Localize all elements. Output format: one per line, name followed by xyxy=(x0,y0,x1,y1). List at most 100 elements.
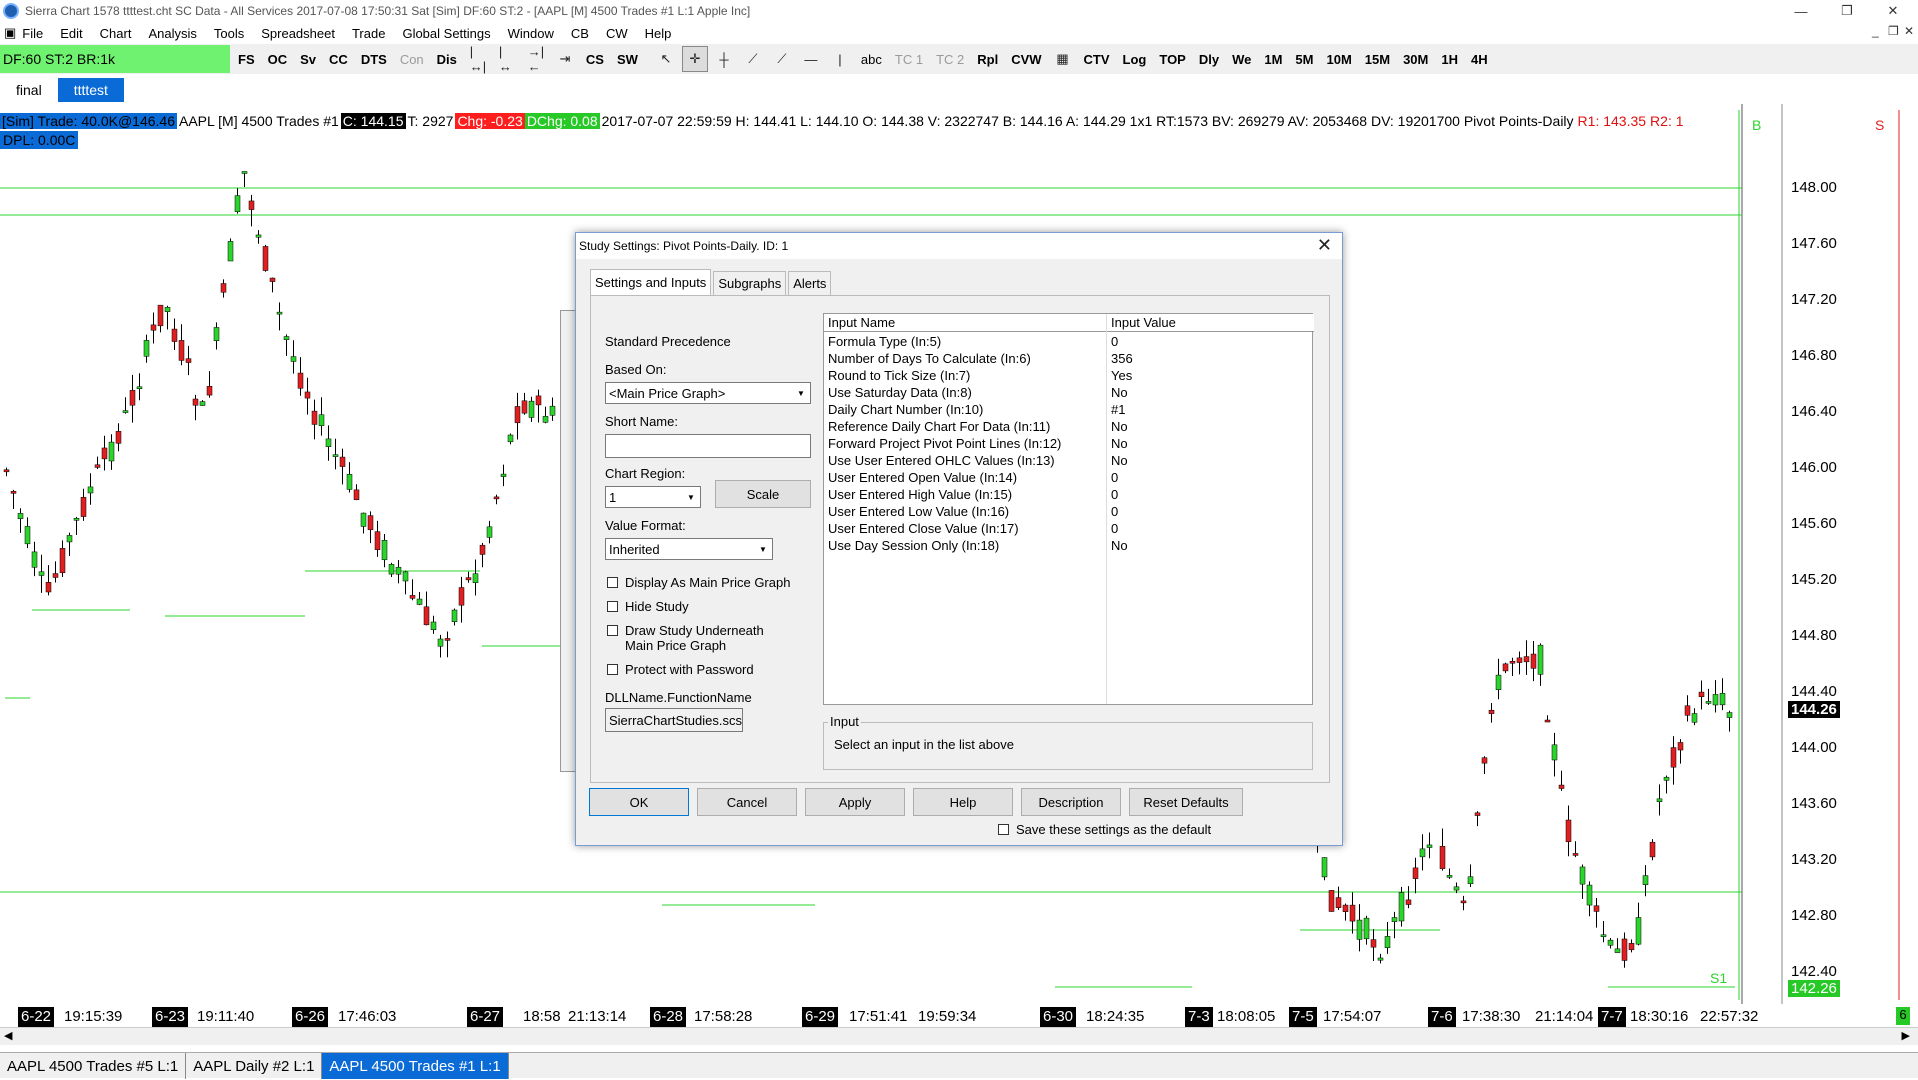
hide-study-checkbox[interactable]: Hide Study xyxy=(607,599,689,614)
input-value[interactable]: No xyxy=(1111,436,1128,451)
input-value[interactable]: 0 xyxy=(1111,334,1118,349)
input-value-header[interactable]: Input Value xyxy=(1111,315,1176,330)
menu-analysis[interactable]: Analysis xyxy=(148,26,196,41)
10m-button[interactable]: 10M xyxy=(1321,46,1357,72)
reset-defaults-button[interactable]: Reset Defaults xyxy=(1129,788,1243,816)
apply-button[interactable]: Apply xyxy=(805,788,905,816)
cursor-value-icon[interactable]: ┼ xyxy=(710,46,737,72)
horizontal-scrollbar[interactable]: ◀ ▶ xyxy=(0,1027,1918,1045)
grid-table-icon[interactable]: ▦ xyxy=(1049,46,1076,72)
based-on-select[interactable]: <Main Price Graph> ▼ xyxy=(605,382,811,404)
menu-cb[interactable]: CB xyxy=(571,26,589,41)
tab-alerts[interactable]: Alerts xyxy=(788,271,832,295)
15m-button[interactable]: 15M xyxy=(1359,46,1396,72)
input-row[interactable]: User Entered Low Value (In:16) 0 xyxy=(824,503,1314,520)
input-value[interactable]: No xyxy=(1111,419,1128,434)
short-name-input[interactable] xyxy=(605,434,811,458)
description-button[interactable]: Description xyxy=(1021,788,1121,816)
con-button[interactable]: Con xyxy=(394,46,429,72)
30m-button[interactable]: 30M xyxy=(1398,46,1434,72)
chart-region-select[interactable]: 1 ▼ xyxy=(605,486,701,508)
tab-ttttest[interactable]: ttttest xyxy=(57,78,124,102)
draw-underneath-checkbox[interactable]: Draw Study Underneath Main Price Graph xyxy=(607,623,764,653)
log-button[interactable]: Log xyxy=(1117,46,1152,72)
menu-spreadsheet[interactable]: Spreadsheet xyxy=(261,26,335,41)
close-button[interactable]: ✕ xyxy=(1870,0,1916,22)
input-value[interactable]: 0 xyxy=(1111,470,1118,485)
input-row[interactable]: User Entered High Value (In:15) 0 xyxy=(824,486,1314,503)
4h-button[interactable]: 4H xyxy=(1466,46,1493,72)
input-value[interactable]: #1 xyxy=(1111,402,1125,417)
minimize-button[interactable]: — xyxy=(1778,0,1824,22)
tc2-button[interactable]: TC 2 xyxy=(931,46,970,72)
1h-button[interactable]: 1H xyxy=(1436,46,1463,72)
buy-indicator[interactable]: B xyxy=(1752,117,1761,133)
ctv-button[interactable]: CTV xyxy=(1078,46,1115,72)
window-tab-aapl-1[interactable]: AAPL 4500 Trades #1 L:1 xyxy=(322,1053,509,1079)
input-name-header[interactable]: Input Name xyxy=(828,315,895,330)
input-row[interactable]: Formula Type (In:5) 0 xyxy=(824,333,1314,350)
tab-settings-inputs[interactable]: Settings and Inputs xyxy=(590,269,712,295)
sw-button[interactable]: SW xyxy=(611,46,643,72)
dll-name-field[interactable]: SierraChartStudies.scs xyxy=(605,708,743,732)
input-row[interactable]: Daily Chart Number (In:10) #1 xyxy=(824,401,1314,418)
sell-indicator[interactable]: S xyxy=(1875,117,1884,133)
tab-subgraphs[interactable]: Subgraphs xyxy=(713,271,787,295)
input-value[interactable]: 0 xyxy=(1111,521,1118,536)
value-format-select[interactable]: Inherited ▼ xyxy=(605,538,773,560)
menu-global-settings[interactable]: Global Settings xyxy=(402,26,490,41)
menu-window[interactable]: Window xyxy=(508,26,554,41)
decrease-spacing-icon[interactable]: →|← xyxy=(522,44,549,74)
restore-button[interactable]: ❐ xyxy=(1824,0,1870,22)
input-row[interactable]: Number of Days To Calculate (In:6) 356 xyxy=(824,350,1314,367)
ok-button[interactable]: OK xyxy=(589,788,689,816)
input-row[interactable]: Round to Tick Size (In:7) Yes xyxy=(824,367,1314,384)
dis-button[interactable]: Dis xyxy=(431,46,462,72)
scroll-right-icon[interactable]: ▶ xyxy=(1902,1029,1910,1042)
standard-precedence-label[interactable]: Standard Precedence xyxy=(605,334,731,349)
top-button[interactable]: TOP xyxy=(1154,46,1191,72)
dialog-close-icon[interactable]: ✕ xyxy=(1317,235,1332,256)
tc1-button[interactable]: TC 1 xyxy=(889,46,929,72)
inputs-grid[interactable]: Input Name Input Value Formula Type (In:… xyxy=(823,313,1314,705)
fs-button[interactable]: FS xyxy=(233,46,260,72)
mdi-close-icon[interactable]: ✕ xyxy=(1904,24,1914,38)
cc-button[interactable]: CC xyxy=(324,46,353,72)
input-value[interactable]: 356 xyxy=(1111,351,1133,366)
tab-final[interactable]: final xyxy=(0,78,58,102)
dts-button[interactable]: DTS xyxy=(355,46,392,72)
mdi-minimize-icon[interactable]: _ xyxy=(1872,24,1879,38)
cvw-button[interactable]: CVW xyxy=(1006,46,1047,72)
crosshair-icon[interactable]: ✛ xyxy=(681,46,708,72)
replay-button[interactable]: Rpl xyxy=(972,46,1004,72)
horizontal-line-icon[interactable]: — xyxy=(797,46,824,72)
text-tool-button[interactable]: abc xyxy=(855,46,887,72)
window-tab-aapl-5[interactable]: AAPL 4500 Trades #5 L:1 xyxy=(0,1053,187,1079)
scale-button[interactable]: Scale xyxy=(715,480,811,508)
pointer-icon[interactable]: ↖ xyxy=(652,46,679,72)
input-value[interactable]: No xyxy=(1111,453,1128,468)
daily-button[interactable]: Dly xyxy=(1193,46,1225,72)
display-as-main-checkbox[interactable]: Display As Main Price Graph xyxy=(607,575,790,590)
menu-cw[interactable]: CW xyxy=(606,26,628,41)
ray-tool-icon[interactable]: ⟋ xyxy=(768,46,795,72)
save-default-checkbox[interactable]: Save these settings as the default xyxy=(998,822,1211,837)
input-row[interactable]: Use Day Session Only (In:18) No xyxy=(824,537,1314,554)
input-value[interactable]: Yes xyxy=(1111,368,1132,383)
input-value[interactable]: No xyxy=(1111,538,1128,553)
input-row[interactable]: Reference Daily Chart For Data (In:11) No xyxy=(824,418,1314,435)
cancel-button[interactable]: Cancel xyxy=(697,788,797,816)
cs-button[interactable]: CS xyxy=(580,46,609,72)
zoom-bars-icon[interactable]: |↔| xyxy=(464,44,491,74)
app-menu-icon[interactable]: ▣ xyxy=(4,25,16,41)
scroll-indicator[interactable]: 6 xyxy=(1896,1007,1910,1025)
input-row[interactable]: Forward Project Pivot Point Lines (In:12… xyxy=(824,435,1314,452)
input-row[interactable]: Use User Entered OHLC Values (In:13) No xyxy=(824,452,1314,469)
input-value[interactable]: 0 xyxy=(1111,504,1118,519)
1m-button[interactable]: 1M xyxy=(1259,46,1288,72)
input-row[interactable]: User Entered Open Value (In:14) 0 xyxy=(824,469,1314,486)
sv-button[interactable]: Sv xyxy=(295,46,322,72)
protect-password-checkbox[interactable]: Protect with Password xyxy=(607,662,754,677)
oc-button[interactable]: OC xyxy=(262,46,293,72)
input-row[interactable]: Use Saturday Data (In:8) No xyxy=(824,384,1314,401)
